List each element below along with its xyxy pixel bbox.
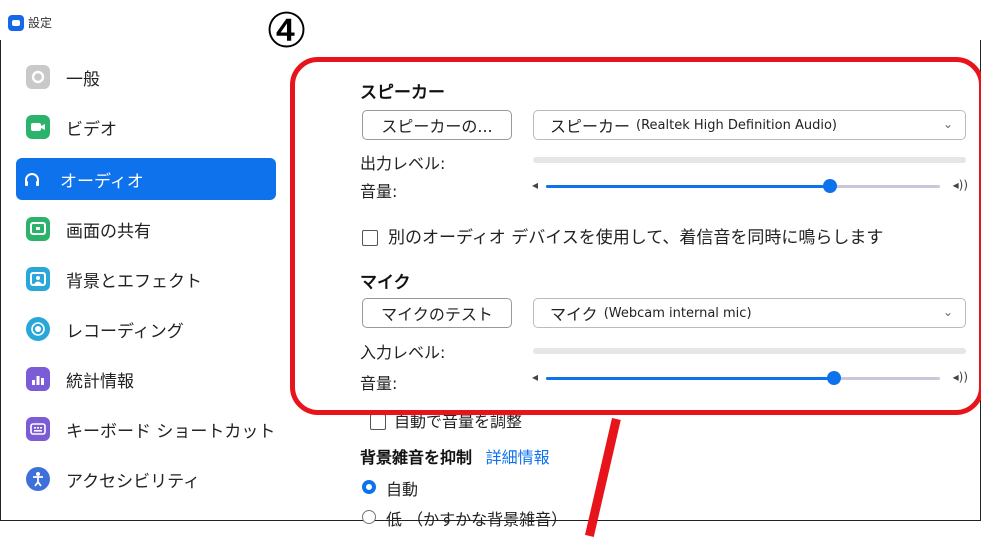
noise-auto-radio[interactable] <box>362 480 376 494</box>
mic-volume-label: 音量: <box>360 374 398 393</box>
noise-auto-label: 自動 <box>386 480 419 499</box>
sidebar-item-recording[interactable]: レコーディング <box>16 308 276 350</box>
noise-suppression-title: 背景雑音を抑制 <box>360 448 473 467</box>
mic-device-detail: (Webcam internal mic) <box>603 305 752 321</box>
noise-suppression-heading: 背景雑音を抑制 詳細情報 <box>360 444 550 468</box>
output-level-label: 出力レベル: <box>360 154 446 173</box>
speaker-device-detail: (Realtek High Definition Audio) <box>636 117 837 133</box>
speaker-volume-label: 音量: <box>360 182 398 201</box>
mic-device-select[interactable]: マイク (Webcam internal mic) ⌄ <box>533 298 966 328</box>
sidebar-item-label: レコーディング <box>66 321 184 342</box>
zoom-app-icon <box>8 15 24 31</box>
sidebar-item-background[interactable]: 背景とエフェクト <box>16 258 276 300</box>
chevron-down-icon: ⌄ <box>942 117 953 131</box>
speaker-device-name: スピーカー <box>550 117 631 136</box>
input-level-label: 入力レベル: <box>360 343 446 362</box>
sidebar-item-label: 一般 <box>66 69 100 90</box>
speaker-device-select[interactable]: スピーカー (Realtek High Definition Audio) ⌄ <box>533 110 966 140</box>
sidebar-item-label: オーディオ <box>60 171 144 192</box>
accessibility-icon <box>26 467 50 491</box>
sidebar-item-general[interactable]: 一般 <box>16 56 276 98</box>
speaker-volume-slider[interactable]: ◂ ◂)) <box>532 176 968 196</box>
chevron-down-icon: ⌄ <box>942 305 953 319</box>
separate-device-label: 別のオーディオ デバイスを使用して、着信音を同時に鳴らします <box>388 228 884 248</box>
sidebar-item-accessibility[interactable]: アクセシビリティ <box>16 458 276 500</box>
test-speaker-button[interactable]: スピーカーの... <box>362 110 512 140</box>
sidebar-item-label: 統計情報 <box>66 371 134 392</box>
more-info-link[interactable]: 詳細情報 <box>486 448 550 467</box>
mic-heading: マイク <box>360 273 411 293</box>
background-icon <box>26 267 50 291</box>
sidebar-item-keyboard-shortcuts[interactable]: キーボード ショートカット <box>16 408 276 450</box>
sidebar-item-video[interactable]: ビデオ <box>16 106 276 148</box>
auto-adjust-checkbox[interactable] <box>370 414 386 430</box>
slider-fill <box>546 377 834 380</box>
mic-volume-slider[interactable]: ◂ ◂)) <box>532 368 968 388</box>
sidebar-item-audio[interactable]: オーディオ <box>16 158 276 200</box>
test-mic-button[interactable]: マイクのテスト <box>362 298 512 328</box>
slider-thumb[interactable] <box>823 179 837 193</box>
window-title: 設定 <box>28 16 53 30</box>
video-camera-icon <box>26 115 50 139</box>
sidebar-item-label: アクセシビリティ <box>66 471 201 492</box>
output-level-meter <box>533 157 966 163</box>
sidebar-item-label: 画面の共有 <box>66 221 151 242</box>
auto-adjust-label: 自動で音量を調整 <box>394 412 523 431</box>
sidebar-item-label: キーボード ショートカット <box>66 421 276 442</box>
gear-icon <box>26 65 50 89</box>
headphones-icon <box>20 167 44 191</box>
slider-thumb[interactable] <box>827 371 841 385</box>
title-bar: 設定 <box>0 0 981 40</box>
sidebar-item-share-screen[interactable]: 画面の共有 <box>16 208 276 250</box>
separate-device-checkbox[interactable] <box>362 230 378 246</box>
audio-settings-panel: スピーカー スピーカーの... スピーカー (Realtek High Defi… <box>300 40 981 529</box>
noise-low-label: 低 （かすかな背景雑音） <box>386 510 568 529</box>
share-screen-icon <box>26 217 50 241</box>
volume-low-icon: ◂ <box>532 370 539 384</box>
sidebar-item-statistics[interactable]: 統計情報 <box>16 358 276 400</box>
volume-high-icon: ◂)) <box>952 178 968 192</box>
statistics-icon <box>26 367 50 391</box>
sidebar-item-label: ビデオ <box>66 119 117 140</box>
input-level-meter <box>533 348 966 354</box>
speaker-heading: スピーカー <box>360 83 445 103</box>
sidebar-item-label: 背景とエフェクト <box>66 271 202 292</box>
record-icon <box>26 317 50 341</box>
mic-device-name: マイク <box>550 305 598 324</box>
step-number-badge: ④ <box>265 3 309 59</box>
slider-fill <box>546 185 830 188</box>
settings-sidebar: 一般 ビデオ オーディオ 画面の共有 背景とエフェクト レコーディング 統計情報… <box>0 52 290 521</box>
volume-high-icon: ◂)) <box>952 370 968 384</box>
volume-low-icon: ◂ <box>532 178 539 192</box>
noise-low-radio[interactable] <box>362 510 376 524</box>
keyboard-icon <box>26 417 50 441</box>
